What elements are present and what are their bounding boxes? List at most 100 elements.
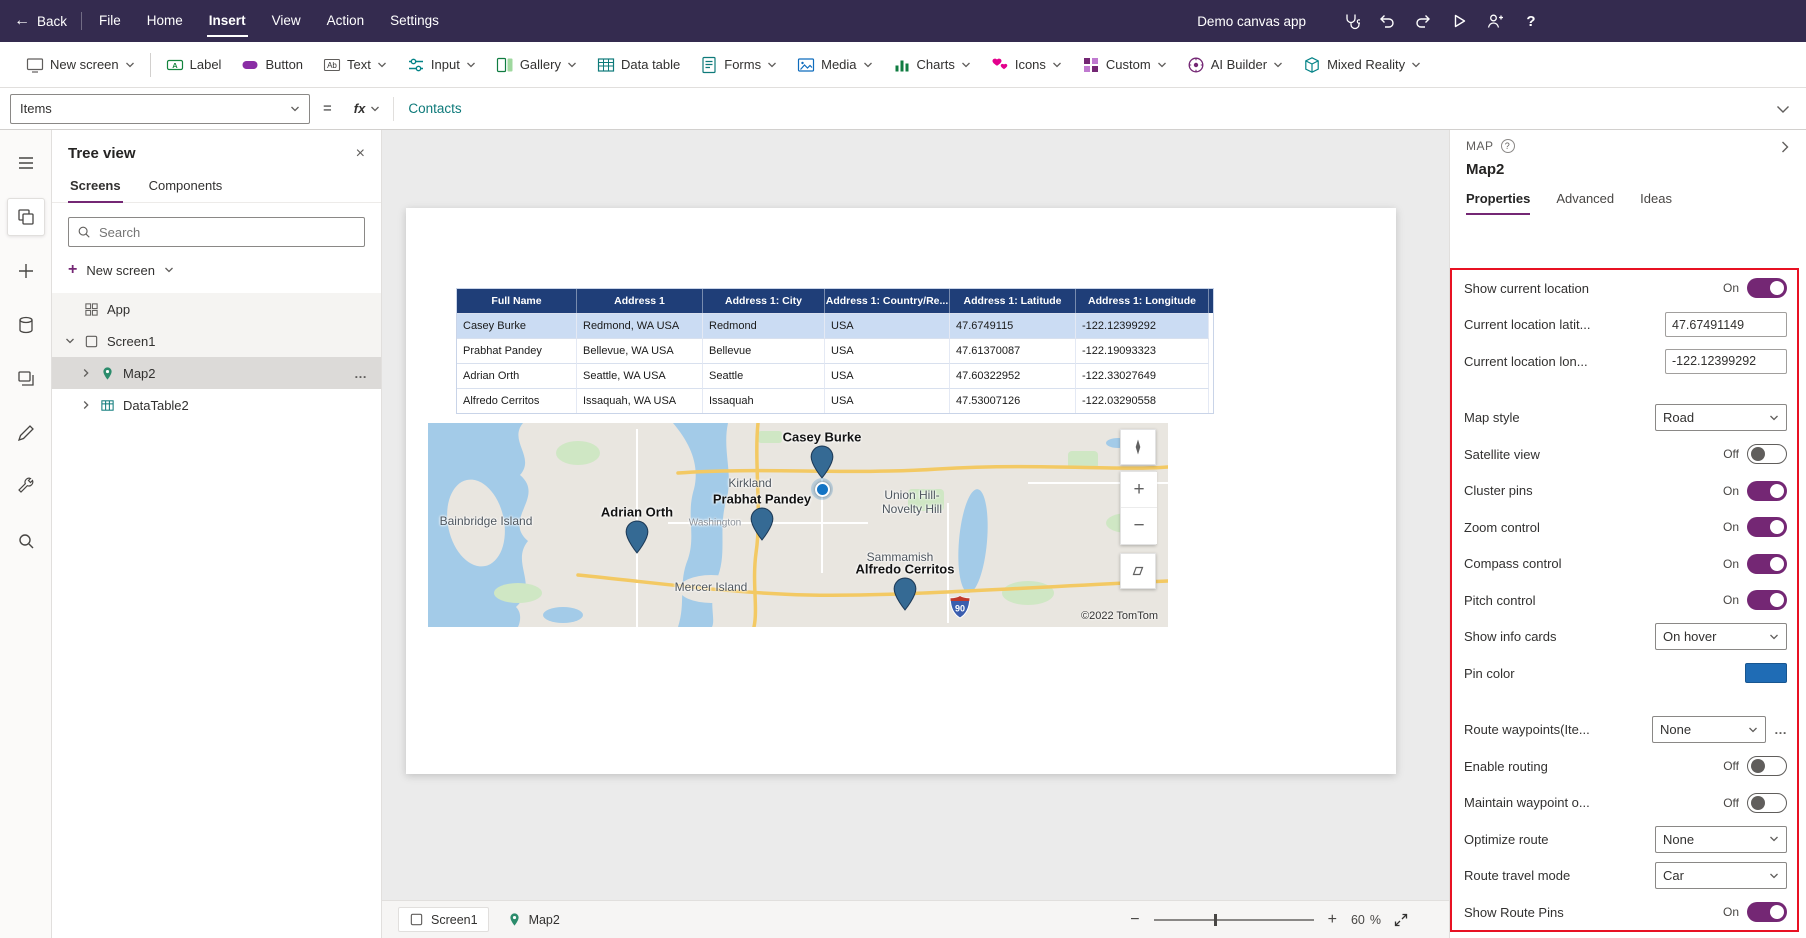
formula-expand-button[interactable] [1760, 88, 1806, 130]
pitch-control-toggle[interactable] [1747, 590, 1787, 610]
tab-screens[interactable]: Screens [68, 171, 123, 202]
menu-action[interactable]: Action [314, 0, 378, 42]
map-zoom-out-button[interactable]: − [1121, 508, 1157, 544]
ribbon-forms[interactable]: Forms [690, 42, 787, 88]
new-screen-button[interactable]: + New screen [52, 251, 381, 291]
menu-file[interactable]: File [86, 0, 134, 42]
data-icon[interactable] [7, 306, 45, 344]
pitch-button[interactable] [1120, 553, 1156, 589]
ribbon-icons[interactable]: Icons [981, 42, 1072, 88]
menu-settings[interactable]: Settings [377, 0, 452, 42]
map-pin[interactable] [892, 577, 918, 611]
satellite-view-toggle[interactable] [1747, 444, 1787, 464]
tree-item-screen1[interactable]: Screen1 [52, 325, 381, 357]
ribbon-charts[interactable]: Charts [883, 42, 981, 88]
insert-icon[interactable] [7, 252, 45, 290]
close-icon[interactable]: × [356, 146, 365, 162]
show-current-location-toggle[interactable] [1747, 278, 1787, 298]
show-route-pins-toggle[interactable] [1747, 902, 1787, 922]
collapse-panel-icon[interactable] [1778, 140, 1792, 157]
zoom-in-button[interactable]: + [1326, 911, 1339, 929]
maintain-waypoint-o-toggle[interactable] [1747, 793, 1787, 813]
ribbon-input[interactable]: Input [397, 42, 486, 88]
ribbon-label[interactable]: ALabel [156, 42, 232, 88]
search-icon[interactable] [7, 522, 45, 560]
property-selector[interactable]: Items [10, 94, 310, 124]
ribbon-button[interactable]: Button [231, 42, 313, 88]
ribbon-gallery[interactable]: Gallery [486, 42, 587, 88]
ribbon-new-screen[interactable]: New screen [16, 42, 145, 88]
route-travel-mode-dropdown[interactable]: Car [1655, 862, 1787, 889]
show-info-cards-dropdown[interactable]: On hover [1655, 623, 1787, 650]
fx-selector[interactable]: fx [345, 101, 390, 116]
table-cell: Seattle [703, 363, 825, 388]
enable-routing-toggle[interactable] [1747, 756, 1787, 776]
redo-icon[interactable] [1406, 4, 1440, 38]
app-map[interactable]: ©2022 TomTom KirklandUnion Hill-Novelty … [428, 423, 1168, 627]
menu-insert[interactable]: Insert [196, 0, 259, 42]
ribbon-ai-builder[interactable]: AI Builder [1177, 42, 1293, 88]
optimize-route-dropdown[interactable]: None [1655, 826, 1787, 853]
map-style-dropdown[interactable]: Road [1655, 404, 1787, 431]
tools-icon[interactable] [7, 468, 45, 506]
svg-text:Ab: Ab [327, 61, 337, 70]
help-icon[interactable]: ? [1514, 4, 1548, 38]
tree-item-app[interactable]: App [52, 293, 381, 325]
zoom-slider-thumb[interactable] [1214, 914, 1217, 926]
status-screen-item[interactable]: Screen1 [398, 907, 489, 932]
chevron-right-icon[interactable] [80, 400, 92, 410]
share-icon[interactable] [1478, 4, 1512, 38]
map-pin[interactable] [809, 445, 835, 479]
app-checker-icon[interactable] [1334, 4, 1368, 38]
ribbon-media[interactable]: Media [787, 42, 882, 88]
help-icon[interactable]: ? [1501, 139, 1515, 153]
route-waypoints-ite-dropdown[interactable]: None [1652, 716, 1766, 743]
tab-properties[interactable]: Properties [1466, 191, 1530, 215]
current-location-latit-input[interactable] [1665, 312, 1787, 337]
compass-control-toggle[interactable] [1747, 554, 1787, 574]
app-canvas[interactable]: Full NameAddress 1Address 1: CityAddress… [406, 208, 1396, 774]
tab-advanced[interactable]: Advanced [1556, 191, 1614, 215]
more-options-ellipsis[interactable]: … [1774, 722, 1787, 737]
plus-icon: + [68, 261, 77, 279]
menu-home[interactable]: Home [134, 0, 196, 42]
map-pin[interactable] [624, 520, 650, 554]
formula-input[interactable]: Contacts [408, 101, 1760, 116]
ribbon-text[interactable]: AbText [313, 42, 397, 88]
map-pin-icon [507, 912, 522, 927]
tab-components[interactable]: Components [147, 171, 225, 202]
table-cell: Prabhat Pandey [457, 338, 577, 363]
map-zoom-in-button[interactable]: + [1121, 472, 1157, 508]
ribbon-mixed-reality[interactable]: Mixed Reality [1293, 42, 1431, 88]
play-icon[interactable] [1442, 4, 1476, 38]
media-icon[interactable] [7, 360, 45, 398]
advanced-tools-icon[interactable] [7, 414, 45, 452]
ai-builder-icon [1187, 56, 1205, 74]
tree-view-icon[interactable] [7, 198, 45, 236]
tree-item-map2[interactable]: Map2… [52, 357, 381, 389]
chevron-right-icon[interactable] [80, 368, 92, 378]
current-location-lon-input[interactable] [1665, 349, 1787, 374]
zoom-control-toggle[interactable] [1747, 517, 1787, 537]
app-data-table[interactable]: Full NameAddress 1Address 1: CityAddress… [456, 288, 1214, 414]
chevron-down-icon[interactable] [64, 336, 76, 346]
locate-button[interactable] [1120, 429, 1156, 465]
status-control-item[interactable]: Map2 [507, 912, 560, 927]
more-button[interactable]: … [354, 366, 369, 381]
zoom-slider[interactable] [1154, 913, 1314, 927]
search-input[interactable] [99, 225, 356, 240]
menu-icon[interactable] [7, 144, 45, 182]
fit-to-window-icon[interactable] [1393, 912, 1409, 928]
tab-ideas[interactable]: Ideas [1640, 191, 1672, 215]
map-pin[interactable] [749, 507, 775, 541]
cluster-pins-toggle[interactable] [1747, 481, 1787, 501]
undo-icon[interactable] [1370, 4, 1404, 38]
fx-label: fx [354, 101, 366, 116]
tree-item-datatable2[interactable]: DataTable2 [52, 389, 381, 421]
back-button[interactable]: ← Back [0, 12, 81, 30]
menu-view[interactable]: View [259, 0, 314, 42]
ribbon-data-table[interactable]: Data table [587, 42, 690, 88]
zoom-out-button[interactable]: − [1128, 911, 1141, 929]
pin-color-swatch[interactable] [1745, 663, 1787, 683]
ribbon-custom[interactable]: Custom [1072, 42, 1177, 88]
